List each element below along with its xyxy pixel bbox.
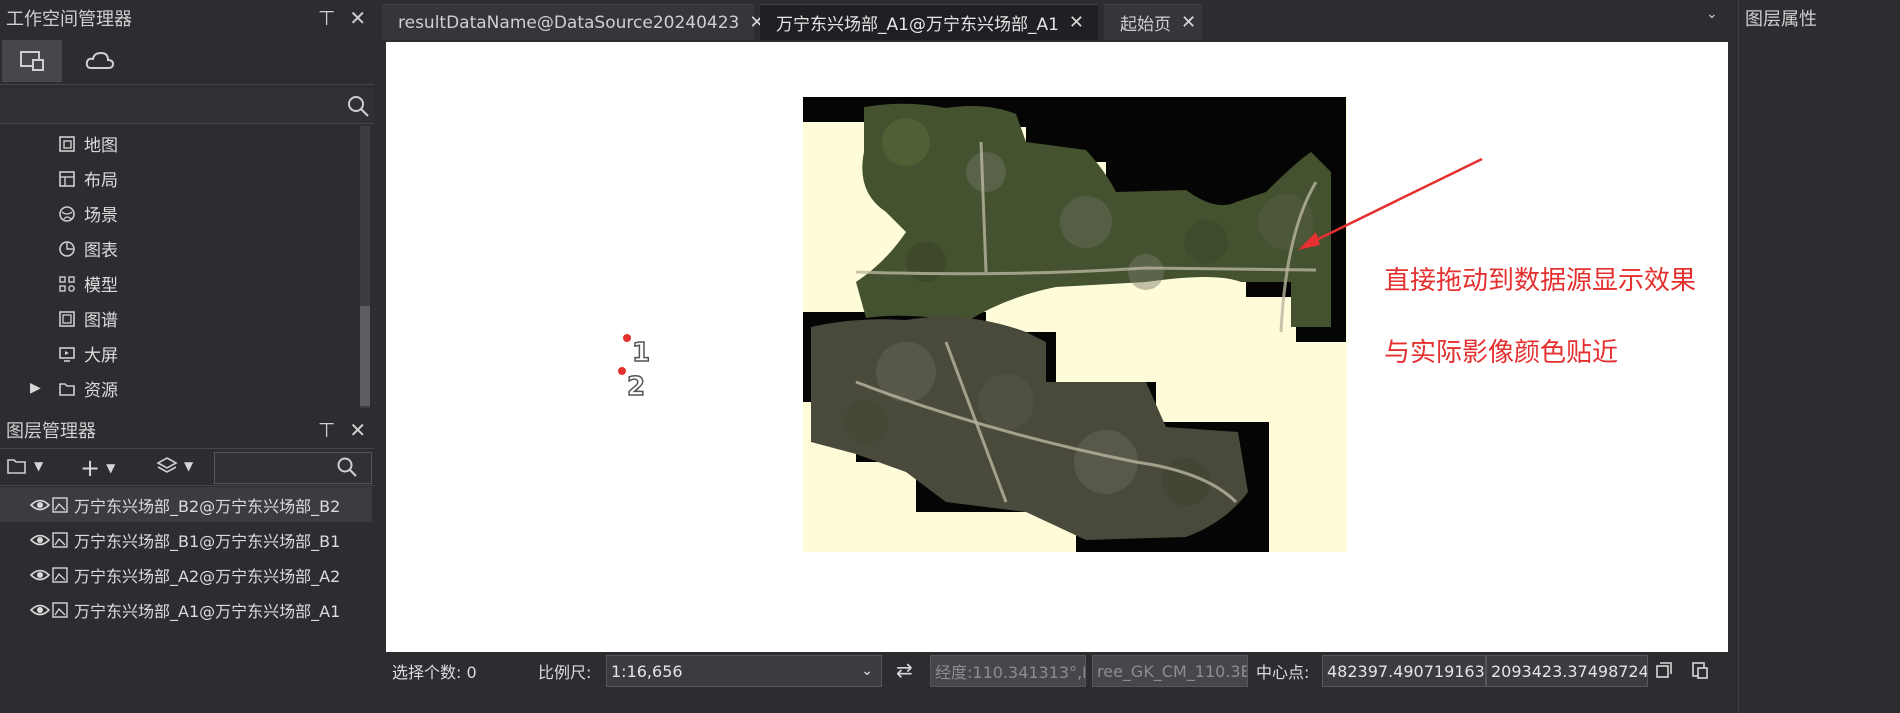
tree-item-screen[interactable]: 大屏 [58, 336, 118, 371]
workspace-tab-local[interactable] [2, 40, 62, 82]
scene-icon [58, 205, 76, 223]
cloud-icon [85, 51, 115, 69]
chevron-down-icon: ▼ [34, 459, 44, 473]
center-label: 中心点: [1256, 663, 1310, 682]
folder-icon [58, 380, 76, 398]
tree-item-atlas[interactable]: 图谱 [58, 301, 118, 336]
layer-panel: 图层管理器 ⊤ ✕ ▼ + ▼ ▼ 万宁东兴场部_B2@万宁东兴场部_B2 万宁… [0, 412, 374, 713]
layer-label: 万宁东兴场部_B1@万宁东兴场部_B1 [74, 531, 341, 551]
map-canvas[interactable]: 1 2 直接拖动到数据源显示效果 与实际影像颜色贴近 [386, 42, 1728, 652]
annotation-text-2: 与实际影像颜色贴近 [1384, 338, 1619, 368]
copy-icon[interactable] [1654, 660, 1674, 685]
chart-icon [58, 240, 76, 258]
workspace-icon [20, 51, 44, 71]
layer-row[interactable]: 万宁东兴场部_A1@万宁东兴场部_A1 [0, 592, 372, 627]
workspace-panel: 工作空间管理器 ⊤ ✕ 地图 布局 场景 图表 模型 图谱 大屏 ▶ 资源 [0, 0, 374, 412]
workspace-search-input[interactable] [0, 88, 374, 124]
tree-item-label: 场景 [84, 206, 118, 226]
tree-item-scene[interactable]: 场景 [58, 196, 118, 231]
tree-item-map[interactable]: 地图 [58, 126, 118, 161]
close-icon[interactable]: ✕ [349, 420, 366, 440]
eye-icon[interactable] [30, 568, 52, 582]
tree-item-label: 图表 [84, 241, 118, 261]
layer-properties-title: 图层属性 [1739, 0, 1900, 36]
plus-icon: + [80, 454, 101, 482]
chevron-down-icon: ⌄ [861, 663, 873, 679]
tab-label: 万宁东兴场部_A1@万宁东兴场部_A1 [776, 15, 1059, 35]
map-icon [58, 135, 76, 153]
paste-icon[interactable] [1690, 660, 1710, 685]
pin-icon[interactable]: ⊤ [318, 420, 335, 440]
chevron-down-icon: ▼ [106, 461, 116, 475]
layer-label: 万宁东兴场部_A1@万宁东兴场部_A1 [74, 601, 341, 621]
close-icon[interactable]: ✕ [1181, 12, 1196, 33]
scale-label: 比例尺: [538, 663, 592, 682]
pin-icon[interactable]: ⊤ [318, 8, 335, 28]
select-count-label: 选择个数: 0 [392, 663, 477, 682]
tree-item-chart[interactable]: 图表 [58, 231, 118, 266]
tree-item-resources[interactable]: 资源 [58, 371, 118, 406]
eye-icon[interactable] [30, 603, 52, 617]
raster-layer-icon [52, 531, 74, 548]
layout-icon [58, 170, 76, 188]
eye-icon[interactable] [30, 498, 52, 512]
scale-value: 1:16,656 [611, 661, 683, 681]
raster-layer-icon [52, 566, 74, 583]
open-layer-button[interactable]: ▼ [6, 456, 43, 476]
layer-label: 万宁东兴场部_A2@万宁东兴场部_A2 [74, 566, 341, 586]
chevron-right-icon[interactable]: ▶ [30, 380, 41, 396]
annotation-text-1: 直接拖动到数据源显示效果 [1384, 266, 1697, 296]
close-icon[interactable]: ✕ [349, 8, 366, 28]
tab-start-page[interactable]: 起始页 ✕ [1104, 4, 1202, 40]
search-icon[interactable] [336, 456, 358, 483]
add-layer-button[interactable]: + ▼ [80, 454, 115, 482]
center-y-input[interactable]: 2093423.37498724 [1486, 655, 1648, 687]
workspace-tab-cloud[interactable] [70, 40, 130, 82]
layers-icon [156, 457, 178, 473]
layer-label: 万宁东兴场部_B2@万宁东兴场部_B2 [74, 496, 341, 516]
layer-style-button[interactable]: ▼ [156, 456, 193, 476]
tab-label: 起始页 [1120, 15, 1171, 35]
tab-map-a1[interactable]: 万宁东兴场部_A1@万宁东兴场部_A1 ✕ [760, 4, 1098, 40]
chevron-down-icon: ▼ [184, 459, 194, 473]
workspace-scrollbar[interactable] [360, 126, 370, 408]
scale-select[interactable]: 1:16,656 ⌄ [606, 655, 882, 687]
layer-row[interactable]: 万宁东兴场部_B1@万宁东兴场部_B1 [0, 522, 372, 557]
tree-item-label: 模型 [84, 276, 118, 296]
raster-layer-icon [52, 601, 74, 618]
marker-point-2 [618, 367, 626, 375]
eye-icon[interactable] [30, 533, 52, 547]
tab-overflow-chevron-icon[interactable]: ⌄ [1706, 6, 1718, 22]
marker-label-2: 2 [626, 371, 646, 403]
tree-item-label: 地图 [84, 136, 118, 156]
marker-label-1: 1 [631, 337, 651, 369]
coordinate-field: 经度:110.341313°,E [930, 655, 1086, 687]
tree-item-layout[interactable]: 布局 [58, 161, 118, 196]
tab-label: resultDataName@DataSource20240423 [398, 12, 740, 33]
crs-field: ree_GK_CM_110.3E [1092, 655, 1248, 687]
tree-item-label: 图谱 [84, 311, 118, 331]
close-icon[interactable]: ✕ [1069, 12, 1084, 33]
folder-open-icon [7, 459, 26, 474]
center-x-input[interactable]: 482397.490719163 [1322, 655, 1486, 687]
tree-item-label: 布局 [84, 171, 118, 191]
model-icon [58, 275, 76, 293]
tree-item-model[interactable]: 模型 [58, 266, 118, 301]
tab-result-data[interactable]: resultDataName@DataSource20240423 ✕ [382, 4, 764, 40]
search-icon[interactable] [346, 94, 370, 118]
layer-properties-panel: 图层属性 [1738, 0, 1900, 713]
tree-item-label: 资源 [84, 381, 118, 401]
raster-layer-icon [52, 496, 74, 513]
screen-icon [58, 345, 76, 363]
layer-row[interactable]: 万宁东兴场部_A2@万宁东兴场部_A2 [0, 557, 372, 592]
marker-point-1 [623, 334, 631, 342]
tree-item-label: 大屏 [84, 346, 118, 366]
swap-arrows-icon[interactable]: ⇄ [896, 658, 913, 682]
layer-row[interactable]: 万宁东兴场部_B2@万宁东兴场部_B2 [0, 487, 372, 522]
atlas-icon [58, 310, 76, 328]
